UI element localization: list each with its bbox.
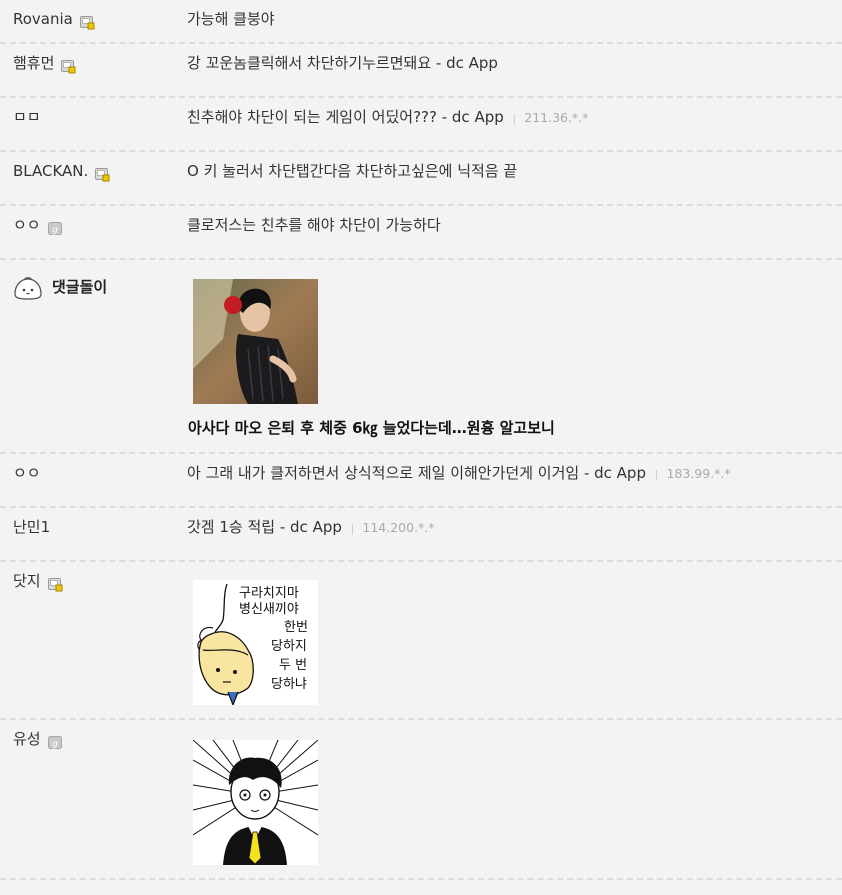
comment-text: O 키 눌러서 차단탭간다음 차단하고싶은에 닉적음 끝: [187, 160, 517, 182]
sticker-text-line: 구라치지마: [239, 586, 299, 601]
nickname[interactable]: Rovania: [13, 8, 73, 30]
ip-address: | 114.200.*.*: [350, 520, 435, 535]
comment-text: 강 꼬운놈클릭해서 차단하기누르면돼요 - dc App: [187, 52, 498, 74]
nickname[interactable]: ㅇㅇ: [13, 214, 41, 236]
comment-nick[interactable]: 유성 g: [13, 728, 63, 750]
sticker-text-line: 두 번: [279, 658, 307, 673]
sticker-text-line: 당하지: [271, 639, 307, 654]
comment-row: BLACKAN. O 키 눌러서 차단탭간다음 차단하고싶은에 닉적음 끝: [0, 152, 842, 206]
comment-nick[interactable]: ㅁㅁ: [13, 106, 41, 128]
dccon-sticker-image[interactable]: [193, 740, 318, 865]
dumpling-mascot-icon: [13, 274, 43, 300]
comment-nick[interactable]: 햄휴먼: [13, 52, 76, 74]
nickname[interactable]: ㅇㅇ: [13, 462, 41, 484]
comment-text: 친추해야 차단이 되는 게임이 어딨어??? - dc App | 211.36.…: [187, 106, 588, 128]
comment-nick[interactable]: 닷지: [13, 570, 63, 592]
fixed-nick-badge-icon: [95, 167, 110, 182]
nickname[interactable]: ㅁㅁ: [13, 106, 41, 128]
sticker-text-line: 한번: [284, 620, 308, 635]
ad-headline-link[interactable]: 아사다 마오 은퇴 후 체중 6㎏ 늘었다는데…원흉 알고보니: [188, 417, 555, 438]
bot-ad-row: 댓글돌이 아사다 마오 은퇴 후 체중 6㎏ 늘었다는데…원흉 알고보니: [0, 260, 842, 454]
comment-body: 클로저스는 친추를 해야 차단이 가능하다: [187, 216, 441, 234]
bot-nickname: 댓글돌이: [52, 278, 108, 296]
comment-list: Rovania 가능해 클붕야 햄휴먼 강 꼬운놈클릭해서 차단하기누르면돼요 …: [0, 0, 842, 880]
comment-row: ㅇㅇ g 클로저스는 친추를 해야 차단이 가능하다: [0, 206, 842, 260]
dccon-comment-row: 닷지 구라치지마 병신새끼야 한번 당하지 두 번 당하냐: [0, 562, 842, 720]
comment-row: ㅇㅇ 아 그래 내가 클저하면서 상식적으로 제일 이해안가던게 이거임 - d…: [0, 454, 842, 508]
nickname[interactable]: 햄휴먼: [13, 52, 54, 74]
comment-body: 갓겜 1승 적립 - dc App: [187, 518, 342, 536]
nickname[interactable]: 난민1: [13, 516, 50, 538]
ip-value: 211.36.*.*: [524, 110, 589, 125]
comment-text: 가능해 클붕야: [187, 8, 275, 30]
fixed-nick-badge-icon: [47, 577, 63, 592]
ip-value: 114.200.*.*: [362, 520, 435, 535]
nickname[interactable]: BLACKAN.: [13, 160, 88, 182]
comment-nick[interactable]: Rovania: [13, 8, 95, 30]
comment-row: 난민1 갓겜 1승 적립 - dc App | 114.200.*.*: [0, 508, 842, 562]
semi-fixed-nick-badge-icon: g: [47, 735, 63, 750]
nickname[interactable]: 닷지: [13, 570, 41, 592]
comment-nick[interactable]: ㅇㅇ g: [13, 214, 63, 236]
comment-text: 클로저스는 친추를 해야 차단이 가능하다: [187, 214, 441, 236]
ip-address: | 183.99.*.*: [654, 466, 731, 481]
svg-text:g: g: [52, 739, 58, 749]
comment-row: 햄휴먼 강 꼬운놈클릭해서 차단하기누르면돼요 - dc App: [0, 44, 842, 98]
comment-body: 가능해 클붕야: [187, 10, 275, 28]
svg-text:g: g: [52, 225, 58, 235]
dccon-comment-row: 유성 g: [0, 720, 842, 880]
semi-fixed-nick-badge-icon: g: [47, 221, 63, 236]
fixed-nick-badge-icon: [61, 59, 76, 74]
comment-nick[interactable]: BLACKAN.: [13, 160, 110, 182]
sticker-text-line: 당하냐: [271, 677, 307, 692]
comment-text: 아 그래 내가 클저하면서 상식적으로 제일 이해안가던게 이거임 - dc A…: [187, 462, 731, 484]
dccon-sticker-image[interactable]: 구라치지마 병신새끼야 한번 당하지 두 번 당하냐: [193, 580, 318, 705]
comment-body: O 키 눌러서 차단탭간다음 차단하고싶은에 닉적음 끝: [187, 162, 518, 180]
ip-address: | 211.36.*.*: [512, 110, 589, 125]
sticker-text-line: 병신새끼야: [239, 602, 299, 617]
comment-body: 아 그래 내가 클저하면서 상식적으로 제일 이해안가던게 이거임 - dc A…: [187, 464, 646, 482]
comment-body: 친추해야 차단이 되는 게임이 어딨어??? - dc App: [187, 108, 504, 126]
comment-row: Rovania 가능해 클붕야: [0, 0, 842, 44]
ip-value: 183.99.*.*: [666, 466, 731, 481]
comment-text: 갓겜 1승 적립 - dc App | 114.200.*.*: [187, 516, 435, 538]
comment-nick[interactable]: ㅇㅇ: [13, 462, 41, 484]
nickname[interactable]: 유성: [13, 728, 41, 750]
ad-thumbnail-image[interactable]: [193, 279, 318, 404]
comment-nick[interactable]: 난민1: [13, 516, 50, 538]
comment-body: 강 꼬운놈클릭해서 차단하기누르면돼요 - dc App: [187, 54, 498, 72]
fixed-nick-badge-icon: [79, 15, 95, 30]
bot-nick: 댓글돌이: [13, 274, 108, 300]
comment-row: ㅁㅁ 친추해야 차단이 되는 게임이 어딨어??? - dc App | 211.…: [0, 98, 842, 152]
